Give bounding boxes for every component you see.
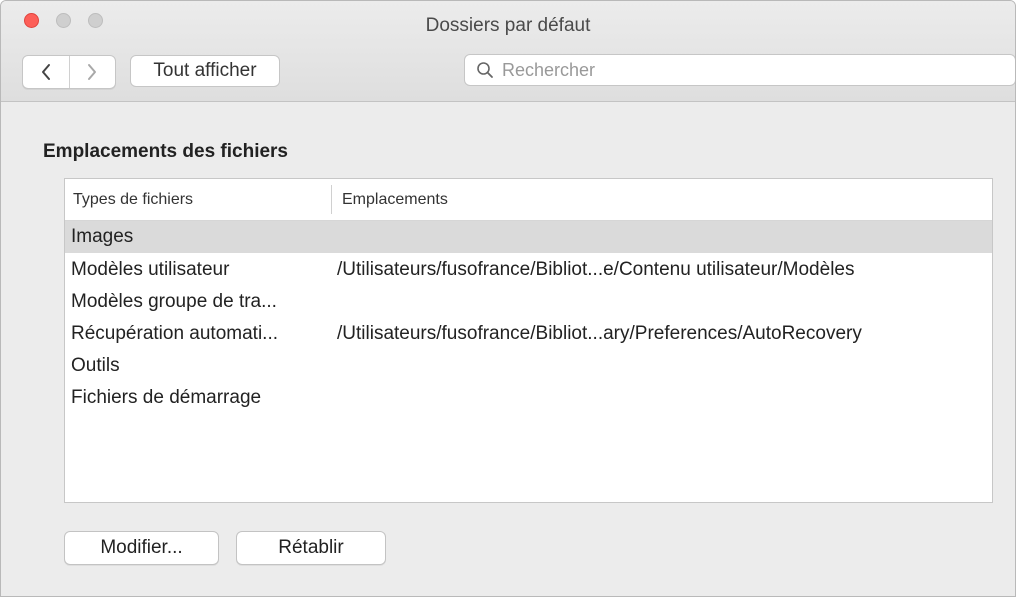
table-row[interactable]: Outils: [65, 350, 992, 382]
search-icon: [477, 62, 493, 78]
table-row[interactable]: Modèles utilisateur /Utilisateurs/fusofr…: [65, 254, 992, 286]
table-row[interactable]: Récupération automati... /Utilisateurs/f…: [65, 318, 992, 350]
column-divider[interactable]: [331, 185, 332, 214]
row-type: Fichiers de démarrage: [71, 387, 262, 408]
row-location: /Utilisateurs/fusofrance/Bibliot...e/Con…: [337, 259, 855, 280]
show-all-button[interactable]: Tout afficher: [130, 55, 280, 87]
column-header-locations[interactable]: Emplacements: [342, 179, 448, 220]
preferences-window: Dossiers par défaut Tout afficher Emplac…: [0, 0, 1016, 597]
table-row[interactable]: Modèles groupe de tra...: [65, 286, 992, 318]
column-header-types[interactable]: Types de fichiers: [73, 179, 193, 220]
row-type: Modèles groupe de tra...: [71, 291, 277, 312]
titlebar: Dossiers par défaut Tout afficher: [1, 1, 1015, 102]
forward-button[interactable]: [68, 56, 116, 88]
search-field[interactable]: [464, 54, 1015, 86]
table-row[interactable]: Images: [65, 221, 992, 253]
modify-button[interactable]: Modifier...: [64, 531, 219, 565]
row-location: /Utilisateurs/fusofrance/Bibliot...ary/P…: [337, 323, 862, 344]
section-title: Emplacements des fichiers: [43, 141, 288, 162]
chevron-left-icon: [41, 64, 50, 80]
chevron-right-icon: [88, 64, 97, 80]
reset-button[interactable]: Rétablir: [236, 531, 386, 565]
row-type: Images: [71, 226, 134, 247]
search-input[interactable]: [500, 58, 984, 82]
table-header: Types de fichiers Emplacements: [65, 179, 992, 221]
nav-button-group: [22, 55, 116, 89]
file-locations-table: Types de fichiers Emplacements Images Mo…: [64, 178, 993, 503]
row-type: Outils: [71, 355, 120, 376]
row-type: Modèles utilisateur: [71, 259, 230, 280]
row-type: Récupération automati...: [71, 323, 279, 344]
window-title: Dossiers par défaut: [425, 15, 591, 36]
table-row[interactable]: Fichiers de démarrage: [65, 382, 992, 414]
back-button[interactable]: [23, 56, 69, 88]
